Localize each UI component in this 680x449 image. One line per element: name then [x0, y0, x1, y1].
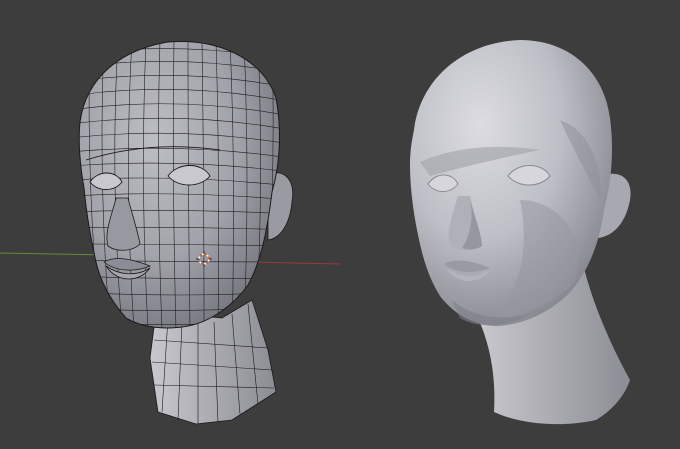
3d-viewport[interactable] — [0, 0, 680, 449]
y-axis-line — [0, 252, 111, 256]
shaded-head-model[interactable] — [410, 40, 631, 425]
wireframe-head-model[interactable] — [70, 40, 294, 425]
